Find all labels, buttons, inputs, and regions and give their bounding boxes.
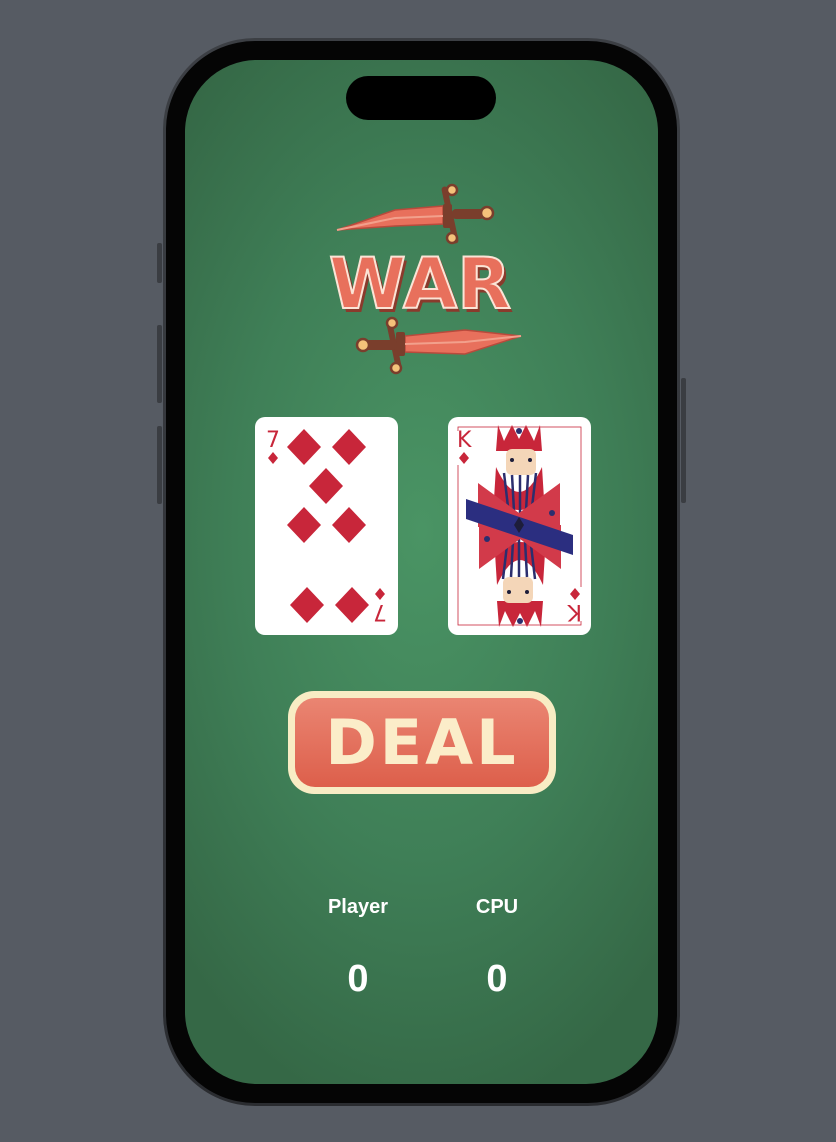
diamond-pip	[309, 468, 343, 504]
card-rank-top: K	[457, 428, 472, 453]
volume-down-button	[157, 426, 162, 504]
cpu-score: CPU 0	[437, 893, 557, 1001]
phone-frame: WAR WAR 7 7 K K DEAL Player 0 CPU 0	[157, 38, 686, 1106]
diamond-suit-icon	[375, 588, 385, 600]
player-score: Player 0	[298, 893, 418, 1001]
logo-text: WAR	[329, 243, 511, 325]
diamond-pip	[335, 587, 369, 623]
diamond-pip	[332, 429, 366, 465]
game-screen: WAR WAR 7 7 K K DEAL Player 0 CPU 0	[185, 60, 658, 1084]
card-rank-top: 7	[266, 428, 280, 453]
deal-button-label: DEAL	[295, 698, 549, 787]
diamond-pip	[287, 507, 321, 543]
card-rank-bottom: 7	[373, 599, 387, 624]
cpu-score-value: 0	[486, 958, 508, 1000]
diamond-suit-icon	[268, 452, 278, 464]
cpu-score-label: CPU	[475, 896, 519, 918]
deal-button[interactable]: DEAL	[288, 691, 556, 794]
war-logo: WAR WAR	[325, 160, 522, 375]
player-score-label: Player	[327, 896, 389, 918]
diamond-pip	[332, 507, 366, 543]
dynamic-island	[346, 76, 496, 120]
player-card: 7 7	[255, 417, 398, 635]
action-button	[157, 243, 162, 283]
sword-icon	[336, 183, 495, 245]
player-score-value: 0	[347, 958, 369, 1000]
power-button	[681, 378, 686, 503]
diamond-pip	[290, 587, 324, 623]
volume-up-button	[157, 325, 162, 403]
diamond-pip	[287, 429, 321, 465]
card-rank-bottom: K	[567, 599, 582, 624]
cpu-card: K K	[448, 417, 591, 635]
